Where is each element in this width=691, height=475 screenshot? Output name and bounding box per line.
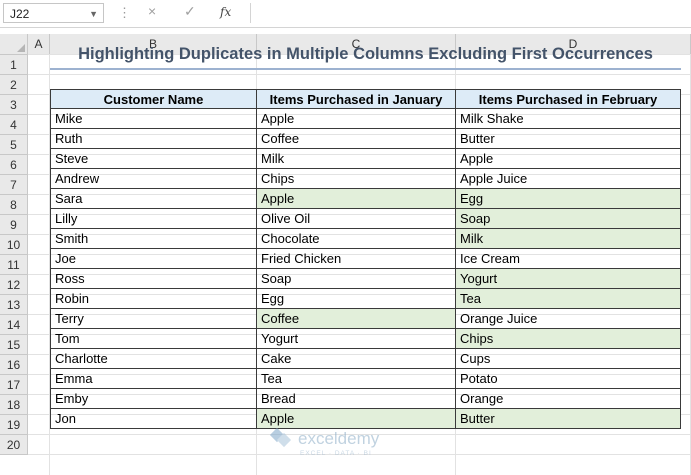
table-cell-feb[interactable]: Milk: [456, 229, 681, 249]
drag-handle-icon[interactable]: ⋮: [118, 5, 131, 21]
table-cell-jan[interactable]: Apple: [257, 189, 456, 209]
table-cell-name[interactable]: Jon: [50, 409, 257, 429]
table-cell-feb[interactable]: Milk Shake: [456, 109, 681, 129]
table-cell-feb[interactable]: Tea: [456, 289, 681, 309]
table-cell-feb[interactable]: Ice Cream: [456, 249, 681, 269]
table-header-cell[interactable]: Items Purchased in February: [456, 89, 681, 109]
table-cell-name[interactable]: Robin: [50, 289, 257, 309]
table-cell-feb[interactable]: Soap: [456, 209, 681, 229]
row-header-19[interactable]: 19: [0, 415, 28, 435]
title-underline: [50, 68, 681, 70]
row-header-16[interactable]: 16: [0, 355, 28, 375]
row-header-10[interactable]: 10: [0, 235, 28, 255]
exceldemy-logo-icon: exceldemy EXCEL · DATA · BI: [269, 427, 380, 457]
row-header-11[interactable]: 11: [0, 255, 28, 275]
sheet-title: Highlighting Duplicates in Multiple Colu…: [78, 45, 653, 63]
table-cell-name[interactable]: Andrew: [50, 169, 257, 189]
row-header-12[interactable]: 12: [0, 275, 28, 295]
table-cell-name[interactable]: Tom: [50, 329, 257, 349]
row-header-7[interactable]: 7: [0, 175, 28, 195]
watermark: exceldemy EXCEL · DATA · BI: [268, 424, 458, 468]
enter-icon[interactable]: ✓: [184, 3, 196, 20]
name-box[interactable]: J22 ▼: [3, 3, 104, 23]
row-header-2[interactable]: 2: [0, 75, 28, 95]
table-cell-feb[interactable]: Chips: [456, 329, 681, 349]
table-header-cell[interactable]: Customer Name: [50, 89, 257, 109]
table-cell-jan[interactable]: Chocolate: [257, 229, 456, 249]
row-header-1[interactable]: 1: [0, 55, 28, 75]
table-cell-feb[interactable]: Egg: [456, 189, 681, 209]
watermark-tagline: EXCEL · DATA · BI: [300, 450, 372, 457]
table-cell-feb[interactable]: Yogurt: [456, 269, 681, 289]
formula-bar: J22 ▼ ⋮ × ✓ fx: [0, 0, 691, 28]
table-cell-name[interactable]: Lilly: [50, 209, 257, 229]
table-cell-feb[interactable]: Cups: [456, 349, 681, 369]
table-cell-name[interactable]: Smith: [50, 229, 257, 249]
table-cell-jan[interactable]: Coffee: [257, 129, 456, 149]
table-cell-jan[interactable]: Apple: [257, 109, 456, 129]
table-cell-name[interactable]: Charlotte: [50, 349, 257, 369]
table-cell-feb[interactable]: Potato: [456, 369, 681, 389]
table-cell-name[interactable]: Sara: [50, 189, 257, 209]
table-cell-feb[interactable]: Apple: [456, 149, 681, 169]
row-header-4[interactable]: 4: [0, 115, 28, 135]
row-header-9[interactable]: 9: [0, 215, 28, 235]
formula-input[interactable]: [250, 3, 691, 23]
row-header-14[interactable]: 14: [0, 315, 28, 335]
row-header-8[interactable]: 8: [0, 195, 28, 215]
table-cell-name[interactable]: Ross: [50, 269, 257, 289]
table-cell-jan[interactable]: Yogurt: [257, 329, 456, 349]
chevron-down-icon[interactable]: ▼: [89, 4, 98, 24]
table-cell-jan[interactable]: Bread: [257, 389, 456, 409]
row-header-20[interactable]: 20: [0, 435, 28, 455]
table-cell-jan[interactable]: Tea: [257, 369, 456, 389]
table-cell-name[interactable]: Terry: [50, 309, 257, 329]
name-box-value: J22: [10, 7, 30, 21]
table-cell-jan[interactable]: Fried Chicken: [257, 249, 456, 269]
table-cell-feb[interactable]: Orange: [456, 389, 681, 409]
column-header-a[interactable]: A: [28, 34, 50, 55]
table-cell-jan[interactable]: Soap: [257, 269, 456, 289]
data-table: Customer Name Items Purchased in January I…: [50, 89, 681, 431]
row-gridline: [28, 74, 691, 75]
row-header-15[interactable]: 15: [0, 335, 28, 355]
table-cell-jan[interactable]: Olive Oil: [257, 209, 456, 229]
table-cell-jan[interactable]: Egg: [257, 289, 456, 309]
table-cell-jan[interactable]: Chips: [257, 169, 456, 189]
table-cell-jan[interactable]: Coffee: [257, 309, 456, 329]
watermark-brand: exceldemy: [298, 429, 380, 448]
table-cell-name[interactable]: Mike: [50, 109, 257, 129]
table-cell-feb[interactable]: Butter: [456, 409, 681, 429]
row-header-6[interactable]: 6: [0, 155, 28, 175]
row-header-13[interactable]: 13: [0, 295, 28, 315]
cancel-icon[interactable]: ×: [148, 3, 156, 19]
table-cell-feb[interactable]: Orange Juice: [456, 309, 681, 329]
table-cell-name[interactable]: Ruth: [50, 129, 257, 149]
table-cell-feb[interactable]: Apple Juice: [456, 169, 681, 189]
row-header-18[interactable]: 18: [0, 395, 28, 415]
table-cell-jan[interactable]: Milk: [257, 149, 456, 169]
table-cell-name[interactable]: Emby: [50, 389, 257, 409]
table-cell-name[interactable]: Emma: [50, 369, 257, 389]
table-cell-name[interactable]: Joe: [50, 249, 257, 269]
insert-function-icon[interactable]: fx: [220, 5, 231, 19]
select-all-button[interactable]: [0, 34, 28, 55]
table-cell-jan[interactable]: Cake: [257, 349, 456, 369]
table-cell-feb[interactable]: Butter: [456, 129, 681, 149]
row-header-17[interactable]: 17: [0, 375, 28, 395]
row-header-3[interactable]: 3: [0, 95, 28, 115]
table-cell-name[interactable]: Steve: [50, 149, 257, 169]
table-header-cell[interactable]: Items Purchased in January: [257, 89, 456, 109]
row-header-5[interactable]: 5: [0, 135, 28, 155]
